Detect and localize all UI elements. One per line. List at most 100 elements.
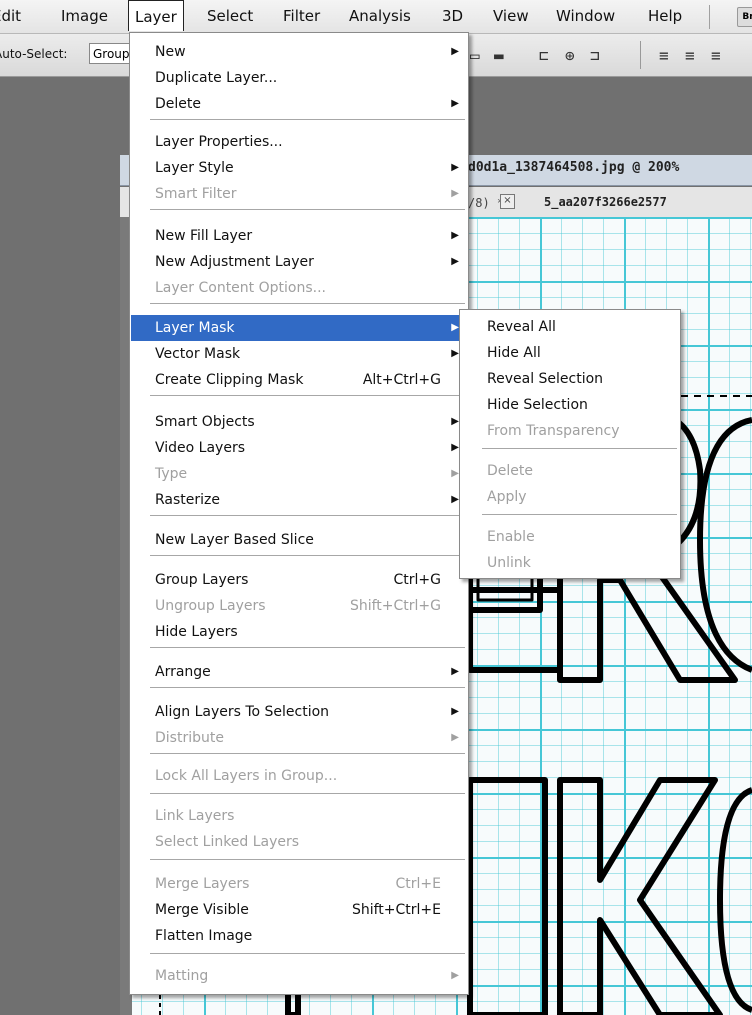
menu-item-label: Select Linked Layers (155, 834, 300, 850)
menu-item-new-fill-layer[interactable]: New Fill Layer ▶ (131, 223, 467, 249)
menu-help[interactable]: Help (648, 7, 682, 25)
menu-item-label: Smart Filter (155, 186, 237, 202)
submenu-arrow-icon: ▶ (451, 468, 459, 479)
submenu-arrow-icon: ▶ (451, 322, 459, 333)
menu-item-vector-mask[interactable]: Vector Mask ▶ (131, 341, 467, 367)
menu-item-new[interactable]: New ▶ (131, 39, 467, 65)
document-tab-2[interactable]: 5_aa207f3266e2577 (544, 195, 667, 209)
menu-item-layer-mask[interactable]: Layer Mask ▶ (131, 315, 467, 341)
menu-separator (150, 303, 465, 304)
menu-item-duplicate-layer[interactable]: Duplicate Layer... (131, 65, 467, 91)
menu-item-label: Vector Mask (155, 346, 241, 362)
menu-edit[interactable]: Edit (0, 7, 21, 25)
menu-separator (150, 209, 465, 210)
menu-item-layer-properties[interactable]: Layer Properties... (131, 129, 467, 155)
menu-item-layer-content-options: Layer Content Options... (131, 275, 467, 301)
submenu-arrow-icon: ▶ (451, 256, 459, 267)
menu-3d[interactable]: 3D (442, 7, 463, 25)
align-bottom-icon[interactable]: ▭ (470, 46, 480, 65)
menu-item-label: Merge Layers (155, 876, 250, 892)
menu-item-label: Arrange (155, 664, 211, 680)
menu-item-distribute: Distribute ▶ (131, 725, 467, 751)
menu-item-layer-style[interactable]: Layer Style ▶ (131, 155, 467, 181)
menubar-divider (709, 5, 710, 29)
menu-item-delete[interactable]: Delete ▶ (131, 91, 467, 117)
menu-item-align-layers-to-selection[interactable]: Align Layers To Selection ▶ (131, 699, 467, 725)
menu-item-new-layer-based-slice[interactable]: New Layer Based Slice (131, 527, 467, 553)
menu-item-group-layers[interactable]: Group Layers Ctrl+G (131, 567, 467, 593)
distribute-left-icon[interactable]: ⊏ (539, 46, 549, 65)
submenu-item-unlink: Unlink (461, 550, 679, 576)
auto-select-label: Auto-Select: (0, 47, 68, 61)
distribute-vcenter-icon[interactable]: ≡ (685, 46, 695, 65)
menu-item-label: New Fill Layer (155, 228, 253, 244)
menu-select[interactable]: Select (207, 7, 253, 25)
menu-separator (150, 119, 465, 120)
menu-item-label: Hide Layers (155, 624, 238, 640)
menu-item-label: Reveal All (487, 319, 556, 335)
menu-analysis[interactable]: Analysis (349, 7, 411, 25)
bridge-button[interactable]: Br (737, 7, 752, 27)
align-baseline-icon[interactable]: ▬ (494, 46, 504, 65)
menu-separator (150, 953, 465, 954)
menu-item-create-clipping-mask[interactable]: Create Clipping Mask Alt+Ctrl+G (131, 367, 467, 393)
layer-mask-submenu: Reveal All Hide All Reveal Selection Hid… (459, 309, 681, 579)
menu-view[interactable]: View (493, 7, 529, 25)
menu-separator (150, 555, 465, 556)
menu-item-video-layers[interactable]: Video Layers ▶ (131, 435, 467, 461)
submenu-arrow-icon: ▶ (451, 348, 459, 359)
menu-item-merge-visible[interactable]: Merge Visible Shift+Ctrl+E (131, 897, 467, 923)
menu-item-hide-layers[interactable]: Hide Layers (131, 619, 467, 645)
submenu-item-hide-all[interactable]: Hide All (461, 340, 679, 366)
menu-separator (150, 793, 465, 794)
menu-item-label: Smart Objects (155, 414, 255, 430)
submenu-item-reveal-selection[interactable]: Reveal Selection (461, 366, 679, 392)
menu-item-label: Align Layers To Selection (155, 704, 330, 720)
menu-layer[interactable]: Layer (128, 0, 184, 31)
menu-item-flatten-image[interactable]: Flatten Image (131, 923, 467, 949)
menu-image[interactable]: Image (61, 7, 108, 25)
tab-close-icon[interactable]: × (500, 194, 515, 209)
submenu-item-hide-selection[interactable]: Hide Selection (461, 392, 679, 418)
submenu-arrow-icon: ▶ (451, 666, 459, 677)
submenu-arrow-icon: ▶ (451, 98, 459, 109)
distribute-bottom-icon[interactable]: ≡ (711, 46, 721, 65)
submenu-arrow-icon: ▶ (451, 706, 459, 717)
menu-item-rasterize[interactable]: Rasterize ▶ (131, 487, 467, 513)
menu-separator (150, 753, 465, 754)
options-divider (640, 41, 641, 69)
menu-item-label: Delete (487, 463, 533, 479)
menu-item-label: Lock All Layers in Group... (155, 768, 338, 784)
document-tab-fragment[interactable]: /8) * (468, 196, 504, 210)
menu-item-label: Hide All (487, 345, 541, 361)
submenu-item-apply: Apply (461, 484, 679, 510)
submenu-arrow-icon: ▶ (451, 46, 459, 57)
menu-item-shortcut: Ctrl+E (395, 876, 442, 892)
menu-item-smart-objects[interactable]: Smart Objects ▶ (131, 409, 467, 435)
document-title: d0d1a_1387464508.jpg @ 200% (468, 160, 680, 175)
menu-item-new-adjustment-layer[interactable]: New Adjustment Layer ▶ (131, 249, 467, 275)
menu-item-label: Link Layers (155, 808, 235, 824)
menu-item-label: Flatten Image (155, 928, 253, 944)
menu-item-label: Layer Properties... (155, 134, 283, 150)
submenu-arrow-icon: ▶ (451, 230, 459, 241)
menu-item-type: Type ▶ (131, 461, 467, 487)
submenu-arrow-icon: ▶ (451, 442, 459, 453)
submenu-arrow-icon: ▶ (451, 970, 459, 981)
menu-item-label: Layer Mask (155, 320, 235, 336)
menu-item-matting: Matting ▶ (131, 963, 467, 989)
menu-item-arrange[interactable]: Arrange ▶ (131, 659, 467, 685)
submenu-item-reveal-all[interactable]: Reveal All (461, 314, 679, 340)
menu-separator (482, 448, 677, 449)
submenu-item-enable: Enable (461, 524, 679, 550)
distribute-right-icon[interactable]: ⊐ (590, 46, 600, 65)
menu-window[interactable]: Window (556, 7, 615, 25)
distribute-center-icon[interactable]: ⊕ (565, 46, 575, 65)
menu-filter[interactable]: Filter (283, 7, 320, 25)
menu-separator (482, 514, 677, 515)
menu-item-ungroup-layers: Ungroup Layers Shift+Ctrl+G (131, 593, 467, 619)
distribute-top-icon[interactable]: ≡ (659, 46, 669, 65)
menu-item-label: Delete (155, 96, 201, 112)
menu-item-shortcut: Shift+Ctrl+E (351, 902, 441, 918)
menu-item-shortcut: Alt+Ctrl+G (362, 372, 441, 388)
